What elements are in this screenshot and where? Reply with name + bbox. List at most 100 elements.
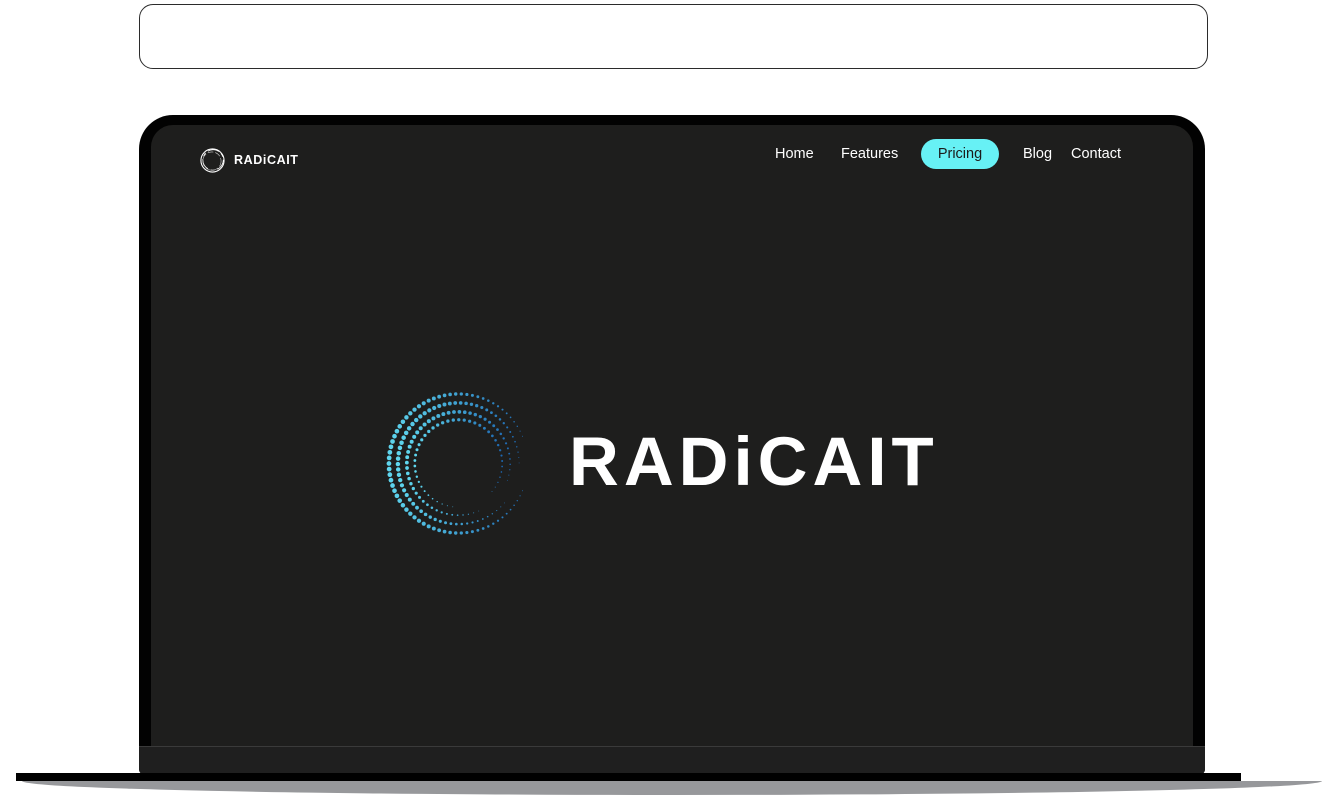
logo-dot [505, 412, 508, 415]
logo-dot [415, 475, 419, 478]
nav-features-link[interactable]: Features [841, 139, 898, 169]
logo-dot [441, 412, 446, 417]
logo-dot [400, 503, 406, 508]
logo-dot [400, 419, 406, 424]
logo-dot [414, 470, 417, 473]
logo-dot [500, 471, 503, 473]
logo-dot [426, 503, 429, 507]
logo-dot [442, 393, 447, 398]
laptop-base [16, 773, 1241, 781]
logo-dot [457, 409, 462, 414]
logo-dot [480, 405, 484, 410]
logo-dot [397, 498, 403, 503]
logo-dot [511, 435, 514, 438]
nav-home-link[interactable]: Home [775, 139, 814, 169]
logo-dot [492, 522, 495, 525]
logo-dot [407, 476, 411, 481]
laptop-shadow [22, 781, 1322, 795]
logo-dot [431, 396, 436, 401]
nav-contact-link[interactable]: Contact [1071, 139, 1121, 169]
logo-dot [509, 469, 511, 471]
dotted-ring-icon [386, 392, 523, 535]
logo-dot [401, 435, 406, 440]
logo-dot [513, 504, 515, 507]
logo-dot [464, 401, 468, 406]
hero-brand-title: RADiCAIT [569, 423, 939, 500]
logo-dot [509, 430, 512, 433]
logo-dot [446, 410, 451, 415]
logo-dot [501, 460, 504, 463]
nav-pricing-link[interactable]: Pricing [921, 139, 999, 169]
logo-dot [499, 476, 501, 478]
logo-dot [499, 449, 502, 452]
logo-dot [413, 459, 417, 462]
logo-dot [394, 493, 400, 499]
logo-dot [487, 399, 490, 402]
logo-dot [487, 430, 491, 434]
logo-dot [426, 398, 431, 403]
logo-dot [396, 450, 402, 456]
logo-dot [473, 512, 475, 514]
logo-dot [394, 428, 400, 434]
logo-dot [452, 410, 456, 414]
logo-dot [465, 392, 469, 397]
logo-dot [404, 460, 409, 465]
logo-dot [498, 418, 502, 421]
logo-dot [388, 444, 394, 450]
logo-dot [509, 458, 511, 460]
logo-dot [452, 506, 454, 508]
logo-dot [409, 439, 414, 444]
logo-dot [412, 434, 417, 439]
logo-dot [418, 414, 423, 419]
logo-dot [499, 432, 503, 436]
logo-dot [453, 392, 458, 396]
logo-dot [470, 530, 474, 534]
logo-dot [417, 480, 420, 484]
logo-dot [457, 418, 461, 422]
logo-dot [504, 442, 508, 445]
logo-dot [415, 430, 420, 435]
logo-dot [505, 512, 508, 515]
logo-dot [476, 519, 479, 522]
logo-dot [481, 397, 485, 400]
logo-dot [399, 483, 405, 488]
logo-dot [426, 524, 431, 529]
logo-dot [460, 522, 464, 526]
logo-dot [496, 428, 499, 431]
logo-dot [458, 401, 463, 405]
logo-dot [501, 408, 504, 411]
logo-dot [478, 415, 482, 419]
logo-dot [446, 419, 450, 423]
logo-dot [386, 455, 392, 461]
logo-dot [502, 422, 505, 425]
logo-dot [462, 514, 464, 516]
logo-dot [456, 514, 459, 516]
logo-dot [509, 463, 511, 466]
logo-dot [420, 485, 423, 488]
logo-dot [470, 393, 474, 397]
logo-dot [491, 491, 493, 492]
logo-dot [387, 449, 393, 455]
logo-dot [459, 392, 463, 396]
logo-dot [519, 430, 521, 432]
logo-dot [488, 420, 492, 424]
logo-dot [494, 439, 497, 442]
logo-dot [406, 449, 411, 454]
logo-dot [415, 505, 419, 510]
logo-dot [405, 471, 410, 476]
logo-dot [468, 411, 472, 415]
logo-dot [506, 479, 508, 481]
logo-dot [403, 430, 409, 436]
logo-dot [459, 531, 463, 535]
logo-dot [475, 404, 479, 408]
logo-dot [501, 465, 504, 468]
logo-dot [476, 528, 480, 532]
logo-dot [430, 506, 434, 510]
laptop-frame: RADiCAIT Home Features Pricing Blog Cont… [139, 115, 1205, 775]
logo-dot [412, 515, 417, 520]
nav-blog-link[interactable]: Blog [1023, 139, 1052, 169]
logo-dot [390, 439, 395, 444]
search-input[interactable] [139, 4, 1208, 69]
logo-dot [442, 529, 447, 534]
logo-dot [427, 429, 431, 434]
